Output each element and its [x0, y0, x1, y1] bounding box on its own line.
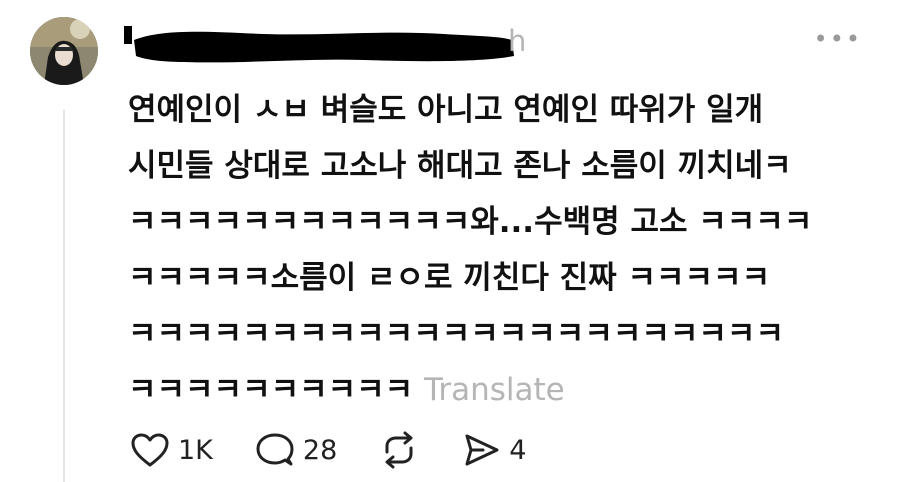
redacted-username — [124, 26, 514, 63]
thread-line — [63, 110, 65, 482]
reply-button[interactable]: 28 — [255, 432, 337, 468]
post-line: ㅋㅋㅋㅋㅋㅋㅋㅋㅋㅋㅋㅋㅋㅋㅋㅋㅋㅋㅋㅋㅋㅋㅋ — [128, 316, 784, 352]
reply-bubble-icon — [256, 433, 294, 466]
post-line: 연예인이 ㅅㅂ 벼슬도 아니고 연예인 따위가 일개 — [128, 92, 764, 128]
post-text: 연예인이 ㅅㅂ 벼슬도 아니고 연예인 따위가 일개 시민들 상대로 고소나 해… — [128, 82, 868, 418]
post-line: 시민들 상대로 고소나 해대고 존나 소름이 끼치네ㅋ — [128, 148, 792, 184]
more-dots-icon[interactable]: ••• — [814, 25, 862, 53]
like-count: 1K — [178, 434, 213, 466]
post-line: ㅋㅋㅋㅋㅋㅋㅋㅋㅋㅋㅋㅋ와...수백명 고소 ㅋㅋㅋㅋ — [128, 204, 813, 240]
avatar[interactable] — [30, 17, 98, 85]
post-line: ㅋㅋㅋㅋㅋ소름이 ㄹㅇ로 끼친다 진짜 ㅋㅋㅋㅋㅋ — [128, 260, 771, 296]
translate-link[interactable]: Translate — [424, 372, 565, 408]
share-button[interactable]: 4 — [461, 432, 526, 468]
timestamp: h — [508, 24, 527, 58]
repost-icon — [385, 431, 413, 469]
reply-count: 28 — [302, 434, 338, 466]
send-icon — [465, 434, 499, 466]
share-count: 4 — [509, 434, 527, 466]
heart-icon — [131, 433, 169, 467]
like-button[interactable]: 1K — [130, 432, 213, 468]
action-bar: 1K 28 4 — [130, 430, 568, 470]
repost-button[interactable] — [379, 430, 419, 470]
post-line: ㅋㅋㅋㅋㅋㅋㅋㅋㅋㅋ — [128, 372, 424, 408]
avatar-image — [30, 17, 98, 85]
